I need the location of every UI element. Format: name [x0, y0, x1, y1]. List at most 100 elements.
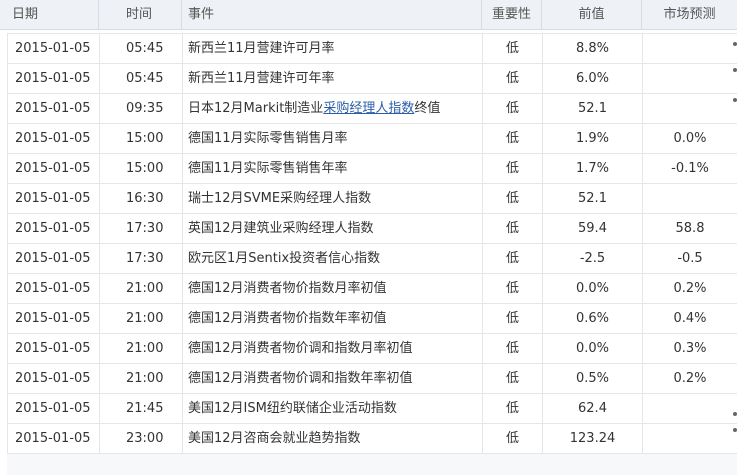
- cell-previous: 123.24: [542, 424, 642, 453]
- cell-previous: -2.5: [542, 244, 642, 273]
- cell-event: 英国12月建筑业采购经理人指数: [182, 214, 482, 243]
- cell-forecast: [642, 94, 737, 123]
- cell-time: 05:45: [99, 64, 182, 93]
- table-row[interactable]: 2015-01-05 21:00 德国12月消费者物价调和指数月率初值 低 0.0% 0.…: [7, 334, 737, 364]
- cell-previous: 52.1: [542, 184, 642, 213]
- table-row[interactable]: 2015-01-05 09:35 日本12月Markit制造业采购经理人指数终值低 5…: [7, 94, 737, 124]
- cell-forecast: 0.0%: [642, 124, 737, 153]
- header-previous[interactable]: 前值: [542, 0, 642, 30]
- table-row[interactable]: 2015-01-05 21:45 美国12月ISM纽约联储企业活动指数 低 62.4: [7, 394, 737, 424]
- cell-importance: 低: [482, 214, 542, 243]
- table-row[interactable]: 2015-01-05 15:00 德国11月实际零售销售年率 低 1.7% -0.1%: [7, 154, 737, 184]
- table-row[interactable]: 2015-01-05 17:30 英国12月建筑业采购经理人指数 低 59.4 58.8: [7, 214, 737, 244]
- cell-importance: 低: [482, 124, 542, 153]
- cell-time: 17:30: [99, 244, 182, 273]
- cell-date: 2015-01-05: [7, 94, 99, 123]
- header-importance[interactable]: 重要性: [482, 0, 542, 30]
- cell-previous: 52.1: [542, 94, 642, 123]
- cell-importance: 低: [482, 244, 542, 273]
- cell-importance: 低: [482, 34, 542, 63]
- cell-forecast: 0.3%: [642, 334, 737, 363]
- cell-forecast: 0.4%: [642, 304, 737, 333]
- cell-date: 2015-01-05: [7, 394, 99, 423]
- cell-importance: 低: [482, 274, 542, 303]
- cell-importance: 低: [482, 334, 542, 363]
- cell-importance: 低: [482, 394, 542, 423]
- cell-importance: 低: [482, 184, 542, 213]
- table-row[interactable]: 2015-01-05 15:00 德国11月实际零售销售月率 低 1.9% 0.0%: [7, 124, 737, 154]
- cell-importance: 低: [482, 64, 542, 93]
- cell-event: 德国12月消费者物价指数月率初值: [182, 274, 482, 303]
- event-link[interactable]: 采购经理人指数: [323, 101, 414, 116]
- cell-date: 2015-01-05: [7, 154, 99, 183]
- cell-date: 2015-01-05: [7, 334, 99, 363]
- cell-importance: 低: [482, 364, 542, 393]
- cell-importance: 低: [482, 304, 542, 333]
- table-header: 日期 时间 事件 重要性 前值 市场预测: [0, 0, 737, 30]
- cell-event: 德国11月实际零售销售月率: [182, 124, 482, 153]
- table-row[interactable]: 2015-01-05 23:00 美国12月咨商会就业趋势指数 低 123.24: [7, 424, 737, 454]
- table-row[interactable]: 2015-01-05 17:30 欧元区1月Sentix投资者信心指数 低 -2.5 -0…: [7, 244, 737, 274]
- cell-forecast: -0.5: [642, 244, 737, 273]
- row-marker-icon: [733, 68, 737, 72]
- cell-forecast: 0.2%: [642, 274, 737, 303]
- event-text: 德国12月消费者物价指数年率初值: [188, 311, 387, 326]
- row-marker-icon: [733, 98, 737, 102]
- cell-event: 欧元区1月Sentix投资者信心指数: [182, 244, 482, 273]
- cell-date: 2015-01-05: [7, 184, 99, 213]
- cell-date: 2015-01-05: [7, 364, 99, 393]
- header-forecast[interactable]: 市场预测: [642, 0, 737, 30]
- event-text: 美国12月ISM纽约联储企业活动指数: [188, 401, 397, 416]
- cell-time: 15:00: [99, 154, 182, 183]
- cell-event: 德国12月消费者物价指数年率初值: [182, 304, 482, 333]
- cell-previous: 1.7%: [542, 154, 642, 183]
- event-text: 德国12月消费者物价调和指数月率初值: [188, 341, 413, 356]
- cell-previous: 1.9%: [542, 124, 642, 153]
- row-marker-icon: [733, 412, 737, 416]
- cell-date: 2015-01-05: [7, 34, 99, 63]
- table-row[interactable]: 2015-01-05 05:45 新西兰11月营建许可年率 低 6.0%: [7, 64, 737, 94]
- event-text: 德国12月消费者物价指数月率初值: [188, 281, 387, 296]
- cell-time: 09:35: [99, 94, 182, 123]
- cell-time: 16:30: [99, 184, 182, 213]
- table-row[interactable]: 2015-01-05 16:30 瑞士12月SVME采购经理人指数 低 52.1: [7, 184, 737, 214]
- cell-event: 新西兰11月营建许可年率: [182, 64, 482, 93]
- cell-importance: 低: [482, 424, 542, 453]
- cell-date: 2015-01-05: [7, 274, 99, 303]
- row-marker-icon: [733, 428, 737, 432]
- cell-previous: 62.4: [542, 394, 642, 423]
- cell-event: 美国12月咨商会就业趋势指数: [182, 424, 482, 453]
- cell-time: 21:00: [99, 304, 182, 333]
- cell-event: 新西兰11月营建许可月率: [182, 34, 482, 63]
- table-row[interactable]: 2015-01-05 21:00 德国12月消费者物价调和指数年率初值 低 0.5% 0.…: [7, 364, 737, 394]
- event-text: 瑞士12月SVME采购经理人指数: [188, 191, 372, 206]
- header-time[interactable]: 时间: [99, 0, 182, 30]
- event-text: 欧元区1月Sentix投资者信心指数: [188, 251, 381, 266]
- cell-time: 21:00: [99, 364, 182, 393]
- cell-date: 2015-01-05: [7, 244, 99, 273]
- table-row[interactable]: 2015-01-05 05:45 新西兰11月营建许可月率 低 8.8%: [7, 34, 737, 64]
- event-text: 新西兰11月营建许可月率: [188, 41, 335, 56]
- cell-date: 2015-01-05: [7, 304, 99, 333]
- cell-previous: 0.0%: [542, 274, 642, 303]
- event-text: 新西兰11月营建许可年率: [188, 71, 335, 86]
- table-row[interactable]: 2015-01-05 21:00 德国12月消费者物价指数月率初值 低 0.0% 0.2%: [7, 274, 737, 304]
- cell-date: 2015-01-05: [7, 214, 99, 243]
- cell-forecast: [642, 34, 737, 63]
- cell-forecast: 0.2%: [642, 364, 737, 393]
- cell-time: 21:00: [99, 334, 182, 363]
- event-text: 德国11月实际零售销售年率: [188, 161, 348, 176]
- cell-event: 瑞士12月SVME采购经理人指数: [182, 184, 482, 213]
- cell-previous: 0.5%: [542, 364, 642, 393]
- event-text-suffix: 终值: [414, 101, 441, 116]
- cell-event: 德国12月消费者物价调和指数年率初值: [182, 364, 482, 393]
- table-row[interactable]: 2015-01-05 21:00 德国12月消费者物价指数年率初值 低 0.6% 0.4%: [7, 304, 737, 334]
- cell-time: 23:00: [99, 424, 182, 453]
- header-date[interactable]: 日期: [0, 0, 99, 30]
- cell-time: 21:00: [99, 274, 182, 303]
- header-event[interactable]: 事件: [182, 0, 482, 30]
- cell-forecast: 58.8: [642, 214, 737, 243]
- cell-importance: 低: [482, 94, 542, 123]
- cell-date: 2015-01-05: [7, 424, 99, 453]
- cell-time: 05:45: [99, 34, 182, 63]
